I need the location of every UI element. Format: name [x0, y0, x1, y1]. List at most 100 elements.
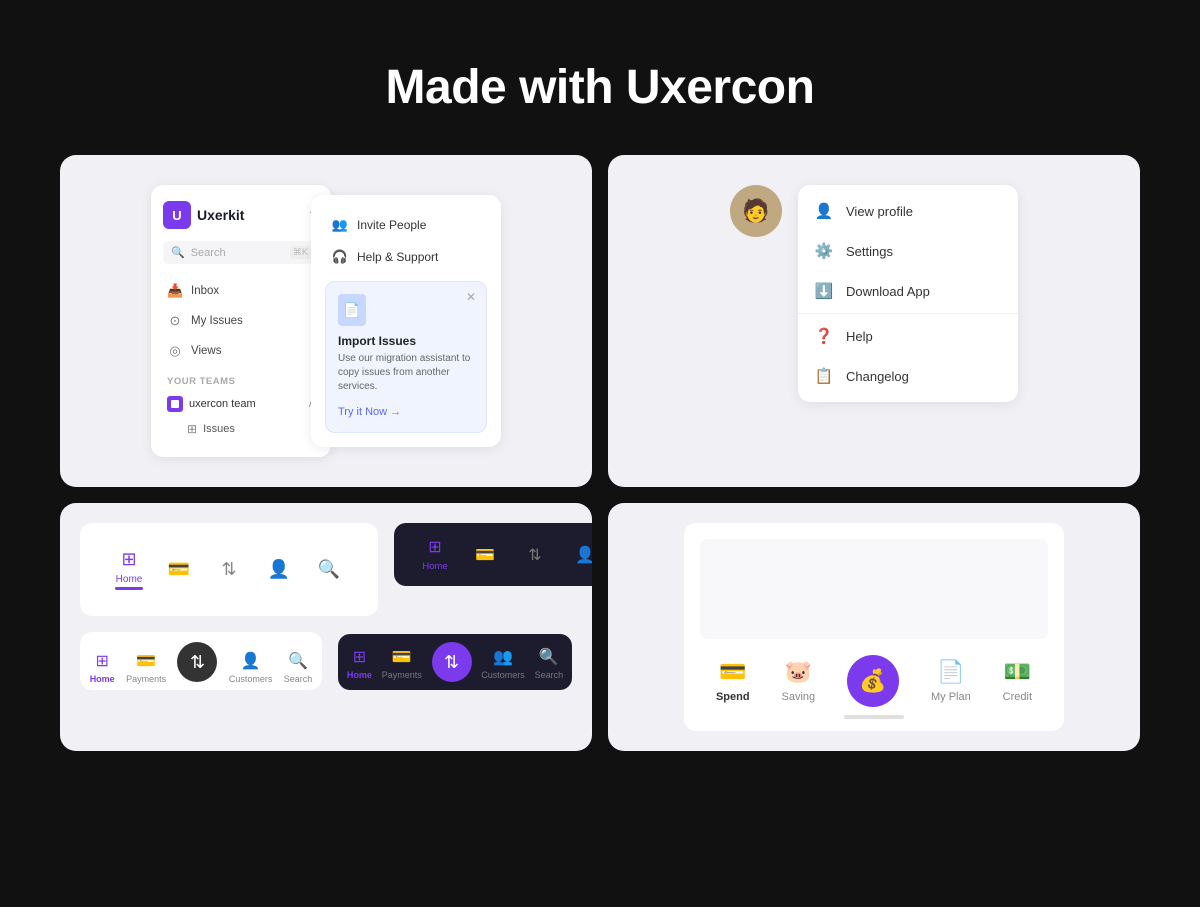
nav-full-center-light[interactable]: ⇅	[177, 642, 217, 684]
finance-nav-saving[interactable]: 🐷 Saving	[782, 659, 816, 703]
finance-nav-myplan[interactable]: 📄 My Plan	[931, 659, 971, 703]
profile-menu-view[interactable]: 👤 View profile	[798, 191, 1018, 231]
card-sidebar: U Uxerkit ⇅ 🔍 Search ⌘K 📥 Inbox ⊙ My Iss…	[60, 155, 592, 487]
import-issues-box: ✕ 📄 Import Issues Use our migration assi…	[325, 281, 487, 433]
saving-icon: 🐷	[785, 659, 812, 685]
teams-section-title: Your Teams	[163, 366, 319, 391]
home-icon-dark: ⊞	[428, 537, 441, 557]
import-close-icon[interactable]: ✕	[466, 290, 476, 304]
sidebar-item-views[interactable]: ◎ Views	[163, 336, 319, 366]
search-placeholder: Search	[191, 247, 284, 259]
home-label-dark: Home	[422, 561, 447, 572]
finance-nav: 💳 Spend 🐷 Saving 💰 📄 My Plan 💵 Credit	[700, 647, 1048, 703]
issues-icon: ⊙	[167, 313, 183, 329]
sidebar-team-uxercon[interactable]: uxercon team ∧	[163, 391, 319, 417]
center-finance-btn[interactable]: 💰	[847, 655, 899, 707]
credit-label: Credit	[1003, 691, 1032, 703]
nav-item-user-light[interactable]: 👤	[254, 559, 304, 580]
dropdown-help[interactable]: 🎧 Help & Support	[325, 241, 487, 273]
search-label-full-light: Search	[284, 674, 313, 684]
view-profile-label: View profile	[846, 204, 913, 219]
views-label: Views	[191, 345, 221, 357]
profile-menu-settings[interactable]: ⚙️ Settings	[798, 231, 1018, 271]
nav-dark-simple: ⊞ Home 💳 ⇅ 👤 🔍	[394, 523, 592, 586]
help-support-label: Help & Support	[357, 250, 438, 264]
saving-label: Saving	[782, 691, 816, 703]
home-icon-full-light: ⊞	[95, 651, 108, 671]
nav-light-full: ⊞ Home 💳 Payments ⇅ 👤 Customers	[84, 642, 318, 684]
nav-item-transfer-light[interactable]: ⇅	[204, 559, 254, 580]
nav-item-search-light[interactable]: 🔍	[304, 559, 354, 580]
avatar-image: 🧑	[730, 185, 782, 237]
team-icon	[167, 396, 183, 412]
dropdown-invite[interactable]: 👥 Invite People	[325, 209, 487, 241]
search-bar[interactable]: 🔍 Search ⌘K	[163, 241, 319, 264]
settings-label: Settings	[846, 244, 893, 259]
nav-full-customers-light[interactable]: 👤 Customers	[229, 651, 273, 684]
views-icon: ◎	[167, 343, 183, 359]
card-finance: 💳 Spend 🐷 Saving 💰 📄 My Plan 💵 Credit	[608, 503, 1140, 751]
nav-dark-transfer[interactable]: ⇅	[510, 545, 560, 565]
transfer-icon-light: ⇅	[221, 559, 236, 580]
credit-icon: 💵	[1004, 659, 1031, 685]
sidebar-item-myissues[interactable]: ⊙ My Issues	[163, 306, 319, 336]
finance-nav-credit[interactable]: 💵 Credit	[1003, 659, 1032, 703]
nav-full-payments-dark[interactable]: 💳 Payments	[382, 647, 422, 680]
sidebar-item-inbox[interactable]: 📥 Inbox	[163, 276, 319, 306]
finance-nav-center[interactable]: 💰	[847, 655, 899, 703]
sidebar-sub-item-issues[interactable]: ⊞ Issues	[163, 417, 319, 441]
inbox-label: Inbox	[191, 285, 219, 297]
search-icon-full-dark: 🔍	[539, 647, 559, 667]
myplan-icon: 📄	[937, 659, 964, 685]
nav-full-search-dark[interactable]: 🔍 Search	[535, 647, 564, 680]
card-profile: 🧑 👤 View profile ⚙️ Settings ⬇️ Download…	[608, 155, 1140, 487]
changelog-icon: 📋	[814, 367, 834, 385]
nav-item-card-light[interactable]: 💳	[154, 559, 204, 580]
sidebar-panel: U Uxerkit ⇅ 🔍 Search ⌘K 📥 Inbox ⊙ My Iss…	[151, 185, 331, 457]
profile-menu-download[interactable]: ⬇️ Download App	[798, 271, 1018, 311]
profile-menu-changelog[interactable]: 📋 Changelog	[798, 356, 1018, 396]
nav-dark-user[interactable]: 👤	[560, 545, 592, 565]
profile-menu-help[interactable]: ❓ Help	[798, 316, 1018, 356]
download-label: Download App	[846, 284, 930, 299]
import-desc: Use our migration assistant to copy issu…	[338, 352, 474, 394]
nav-full-search-light[interactable]: 🔍 Search	[284, 651, 313, 684]
finance-nav-spend[interactable]: 💳 Spend	[716, 659, 750, 703]
sidebar-logo: U Uxerkit ⇅	[163, 201, 319, 229]
center-btn-dark[interactable]: ⇅	[432, 642, 472, 682]
app-name: Uxerkit	[197, 207, 309, 223]
payments-label-light: Payments	[126, 674, 166, 684]
payments-icon-light: 💳	[136, 651, 156, 671]
finance-content-area	[700, 539, 1048, 639]
search-icon: 🔍	[171, 246, 185, 259]
nav-full-home-light[interactable]: ⊞ Home	[90, 651, 115, 684]
nav-light-top: ⊞ Home 💳 ⇅ 👤 🔍	[88, 535, 370, 604]
spend-icon: 💳	[719, 659, 746, 685]
transfer-icon-dark: ⇅	[528, 545, 541, 565]
customers-icon-dark: 👥	[493, 647, 513, 667]
payments-label-dark: Payments	[382, 670, 422, 680]
nav-full-payments-light[interactable]: 💳 Payments	[126, 651, 166, 684]
nav-dark-card[interactable]: 💳	[460, 545, 510, 565]
import-title: Import Issues	[338, 334, 474, 348]
subitem-issues-icon: ⊞	[187, 422, 197, 436]
home-icon-full-dark: ⊞	[353, 647, 366, 667]
import-file-icon: 📄	[338, 294, 366, 326]
nav-full-home-dark[interactable]: ⊞ Home	[347, 647, 372, 680]
nav-item-home-light[interactable]: ⊞ Home	[104, 549, 154, 590]
team-left: uxercon team	[167, 396, 256, 412]
payments-icon-dark: 💳	[392, 647, 412, 667]
invite-label: Invite People	[357, 218, 426, 232]
nav-full-center-dark[interactable]: ⇅	[432, 642, 472, 684]
nav-dark-home[interactable]: ⊞ Home	[410, 537, 460, 572]
import-link[interactable]: Try it Now →	[338, 406, 401, 418]
subitem-issues-label: Issues	[203, 423, 235, 435]
home-label-light: Home	[116, 574, 143, 585]
logo-icon: U	[163, 201, 191, 229]
team-name: uxercon team	[189, 398, 256, 410]
center-btn-light[interactable]: ⇅	[177, 642, 217, 682]
avatar: 🧑	[730, 185, 782, 237]
download-icon: ⬇️	[814, 282, 834, 300]
search-shortcut: ⌘K	[290, 246, 311, 259]
nav-full-customers-dark[interactable]: 👥 Customers	[481, 647, 525, 680]
